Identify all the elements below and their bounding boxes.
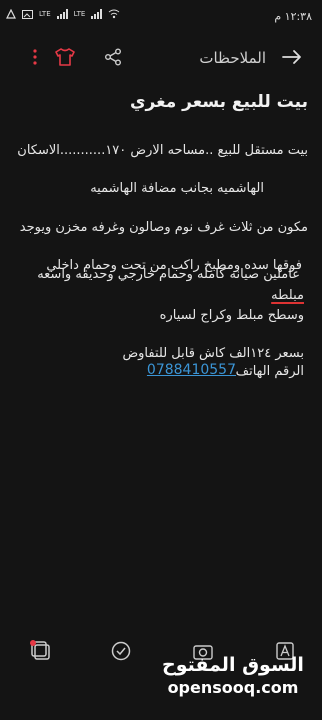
note-line-9: الرقم الهاتف [235, 364, 304, 379]
network-label-2: LTE [73, 9, 86, 18]
logo-latin: opensooq.com [167, 678, 299, 697]
status-bar: LTE LTE ١٢:٣٨ م [0, 0, 322, 32]
note-line-6: مبلطه [271, 288, 304, 303]
note-line-2: الهاشميه بجانب مضافة الهاشميه [90, 181, 264, 196]
opensooq-logo: السوق المفتوح opensooq.com [148, 652, 318, 720]
back-button[interactable] [277, 42, 307, 72]
logo-arabic: السوق المفتوح [162, 654, 304, 676]
checklist-button[interactable] [108, 638, 134, 664]
share-icon [105, 48, 121, 66]
shirt-button[interactable] [50, 42, 80, 72]
upload-icon [6, 9, 16, 19]
phone-link[interactable]: 0788410557 [147, 362, 236, 378]
signal-icon [56, 9, 68, 19]
more-icon [33, 49, 37, 65]
note-line-7: وسطح مبلط وكراج لسياره [159, 308, 304, 323]
note-line-5-text: عاملين صيانه كامله وحمام خارجي وحديقه وا… [37, 267, 300, 282]
note-title: بيت للبيع بسعر مغري [129, 92, 308, 112]
network-label-1: LTE [39, 9, 51, 18]
insert-image-button[interactable] [28, 638, 54, 664]
more-button[interactable] [20, 42, 50, 72]
check-circle-icon [111, 641, 131, 661]
status-icons: LTE LTE [6, 9, 120, 19]
share-button[interactable] [98, 42, 128, 72]
note-line-5: عاملين صيانه كامله وحمام خارجي وحديقه وا… [37, 267, 300, 282]
image-icon [22, 9, 33, 19]
note-line-3: مكون من ثلاث غرف نوم وصالون وغرفه مخزن و… [19, 220, 308, 235]
arrow-right-icon [282, 50, 301, 64]
note-line-1: بيت مستقل للبيع ..مساحه الارض ١٧٠.......… [17, 143, 308, 158]
note-content[interactable]: بيت للبيع بسعر مغري [14, 80, 308, 112]
wifi-icon [108, 9, 120, 19]
signal-icon-2 [91, 9, 103, 19]
shirt-icon [55, 48, 75, 66]
note-line-8: بسعر ١٢٤الف كاش قابل للتفاوض [122, 346, 304, 361]
status-time: ١٢:٣٨ م [274, 10, 312, 23]
phone-link-wrap[interactable]: 0788410557 [147, 362, 236, 378]
add-image-icon [30, 640, 50, 660]
app-bar: الملاحظات [0, 38, 322, 78]
page-title: الملاحظات [199, 49, 266, 67]
